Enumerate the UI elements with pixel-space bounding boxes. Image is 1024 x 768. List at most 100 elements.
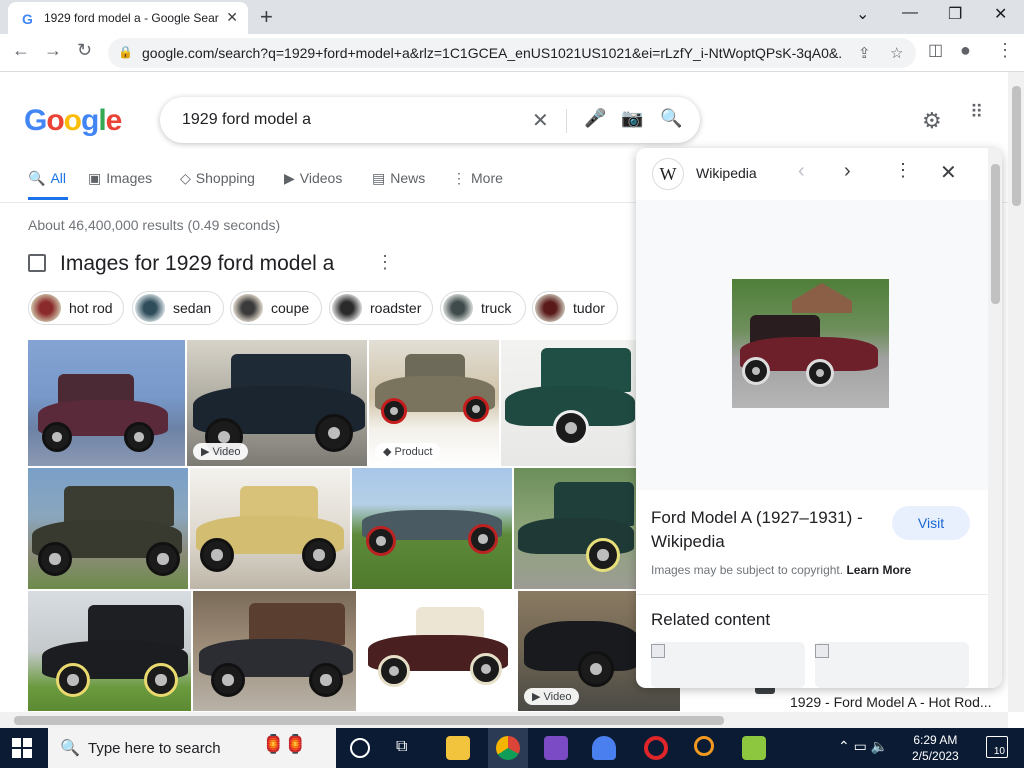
- close-window-button[interactable]: ✕: [994, 4, 1007, 24]
- close-tab-icon[interactable]: ✕: [226, 9, 238, 26]
- taskbar-clock[interactable]: 6:29 AM 2/5/2023: [912, 732, 959, 764]
- wheel: [381, 398, 407, 424]
- chrome-icon[interactable]: [496, 736, 520, 760]
- scrollbar-thumb[interactable]: [991, 164, 1000, 304]
- app-icon[interactable]: [592, 736, 616, 760]
- related-thumbnail[interactable]: [651, 642, 805, 688]
- notification-center-icon[interactable]: 10: [986, 736, 1008, 758]
- image-result[interactable]: [28, 340, 185, 466]
- active-tab-indicator: [28, 197, 68, 200]
- chip-roadster[interactable]: roadster: [329, 291, 433, 325]
- previous-image-icon[interactable]: ‹: [798, 160, 805, 183]
- search-input[interactable]: 1929 ford model a: [182, 111, 311, 129]
- image-icon: ▣: [88, 170, 102, 186]
- page-horizontal-scrollbar[interactable]: [0, 712, 1008, 728]
- profile-avatar-icon[interactable]: ●: [960, 40, 971, 61]
- wikipedia-logo-icon[interactable]: W: [652, 158, 684, 190]
- logo-letter: o: [46, 104, 64, 137]
- image-result[interactable]: [190, 468, 350, 589]
- image-result[interactable]: [193, 591, 356, 711]
- lens-camera-icon[interactable]: 📷: [621, 108, 643, 129]
- visual-studio-icon[interactable]: [544, 736, 568, 760]
- product-badge-label: Product: [394, 446, 433, 458]
- url-text[interactable]: google.com/search?q=1929+ford+model+a&rl…: [142, 45, 842, 61]
- image-result[interactable]: ▶ Video: [187, 340, 367, 466]
- cortana-icon[interactable]: [350, 738, 370, 758]
- image-preview-panel: W Wikipedia ‹ › ⋮ ✕ Ford Model A (1927–1…: [636, 148, 1002, 688]
- chip-hot-rod[interactable]: hot rod: [28, 291, 124, 325]
- image-result[interactable]: [358, 591, 516, 711]
- chip-sedan[interactable]: sedan: [132, 291, 224, 325]
- chip-coupe[interactable]: coupe: [230, 291, 322, 325]
- chip-tudor[interactable]: tudor: [532, 291, 618, 325]
- images-heading[interactable]: Images for 1929 ford model a: [60, 252, 334, 276]
- search-box[interactable]: 1929 ford model a ✕ 🎤 📷 🔍: [160, 97, 700, 143]
- new-tab-button[interactable]: +: [260, 4, 273, 30]
- windows-start-icon[interactable]: [12, 738, 32, 758]
- restore-button[interactable]: ❐: [948, 4, 962, 24]
- image-result[interactable]: [501, 340, 636, 466]
- share-icon[interactable]: ⇪: [858, 44, 871, 62]
- tab-videos[interactable]: ▶ Videos: [284, 170, 342, 187]
- related-thumbnail[interactable]: [815, 642, 969, 688]
- image-result[interactable]: ◆ Product: [369, 340, 499, 466]
- bookmark-star-icon[interactable]: ☆: [890, 44, 903, 62]
- preview-image[interactable]: [732, 279, 889, 408]
- back-arrow-icon[interactable]: ←: [12, 40, 30, 61]
- settings-gear-icon[interactable]: ⚙: [922, 108, 942, 134]
- chip-label: tudor: [573, 300, 605, 316]
- system-tray-icons[interactable]: ⌃ ▭ 🔈: [838, 738, 888, 755]
- taskbar-search-box[interactable]: 🔍 Type here to search 🏮🏮: [48, 728, 336, 768]
- logo-letter: g: [81, 104, 99, 137]
- more-options-icon[interactable]: ⋮: [894, 160, 912, 181]
- image-result[interactable]: [514, 468, 636, 589]
- wheel: [470, 653, 502, 685]
- tab-more[interactable]: ⋮ More: [452, 170, 503, 187]
- scrollbar-thumb[interactable]: [14, 716, 724, 725]
- chip-truck[interactable]: truck: [440, 291, 526, 325]
- tab-search-dropdown-icon[interactable]: ⌄: [856, 4, 869, 24]
- search-divider: [566, 109, 567, 133]
- image-result[interactable]: [28, 468, 188, 589]
- minimize-button[interactable]: —: [902, 4, 918, 22]
- browser-menu-icon[interactable]: ⋮: [996, 40, 1014, 61]
- wheel: [742, 357, 770, 385]
- address-bar[interactable]: 🔒 google.com/search?q=1929+ford+model+a&…: [108, 38, 916, 68]
- google-apps-icon[interactable]: ⠿: [970, 103, 983, 121]
- file-explorer-icon[interactable]: [446, 736, 470, 760]
- google-logo[interactable]: Google: [24, 104, 122, 138]
- task-view-icon[interactable]: ⧉: [396, 738, 420, 762]
- visit-button[interactable]: Visit: [892, 506, 970, 540]
- app-icon[interactable]: [742, 736, 766, 760]
- next-image-icon[interactable]: ›: [844, 160, 851, 183]
- copyright-notice: Images may be subject to copyright. Lear…: [651, 563, 911, 577]
- image-source-title[interactable]: Ford Model A (1927–1931) - Wikipedia: [651, 506, 881, 554]
- image-result[interactable]: [352, 468, 512, 589]
- image-result[interactable]: [28, 591, 191, 711]
- voice-search-icon[interactable]: 🎤: [584, 108, 606, 129]
- browser-tab[interactable]: G 1929 ford model a - Google Sear ✕: [8, 2, 248, 34]
- result-title-behind-panel[interactable]: 1929 - Ford Model A - Hot Rod...: [790, 694, 992, 710]
- scrollbar-thumb[interactable]: [1012, 86, 1021, 206]
- search-icon: 🔍: [60, 740, 80, 757]
- tab-label: Shopping: [195, 170, 255, 186]
- clear-search-icon[interactable]: ✕: [532, 108, 549, 133]
- tab-all[interactable]: 🔍 All: [28, 170, 66, 187]
- more-options-icon[interactable]: ⋮: [376, 252, 394, 273]
- learn-more-link[interactable]: Learn More: [846, 563, 911, 577]
- side-panel-icon[interactable]: ◫: [928, 40, 943, 60]
- page-vertical-scrollbar[interactable]: [1008, 72, 1024, 712]
- close-panel-icon[interactable]: ✕: [940, 160, 957, 185]
- tab-images[interactable]: ▣ Images: [88, 170, 152, 187]
- reload-icon[interactable]: ↻: [77, 40, 92, 61]
- search-app-icon[interactable]: [694, 736, 714, 756]
- search-icon[interactable]: 🔍: [660, 108, 682, 129]
- tab-news[interactable]: ▤ News: [372, 170, 425, 187]
- forward-arrow-icon[interactable]: →: [44, 40, 62, 61]
- lock-icon[interactable]: 🔒: [118, 45, 133, 59]
- panel-scrollbar[interactable]: [988, 148, 1002, 688]
- opera-icon[interactable]: [644, 736, 668, 760]
- tab-shopping[interactable]: ◇ Shopping: [180, 170, 255, 187]
- source-name[interactable]: Wikipedia: [696, 165, 757, 181]
- logo-letter: o: [63, 104, 82, 137]
